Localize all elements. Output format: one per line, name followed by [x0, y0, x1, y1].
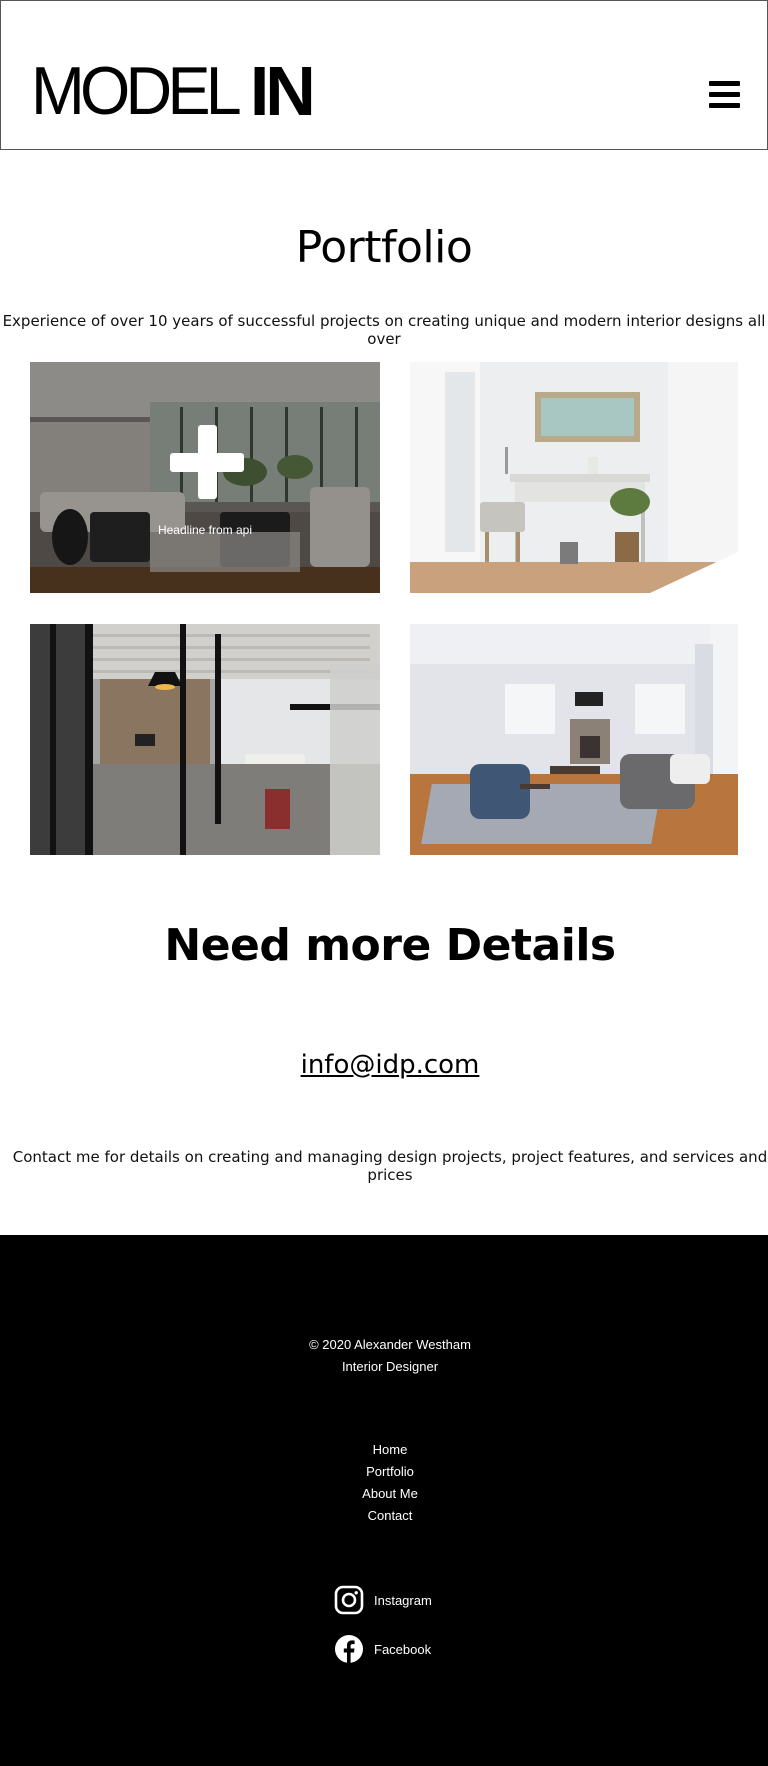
portfolio-tile-living-room-bright[interactable]: [410, 624, 738, 855]
instagram-icon: [334, 1585, 364, 1615]
glass-partition-office-photo: [30, 624, 380, 855]
footer-link-about[interactable]: About Me: [0, 1483, 768, 1505]
email-link[interactable]: info@idp.com: [0, 1050, 768, 1080]
footer-link-portfolio[interactable]: Portfolio: [0, 1461, 768, 1483]
footer-link-contact[interactable]: Contact: [0, 1505, 768, 1527]
footer-link-home[interactable]: Home: [0, 1439, 768, 1461]
plus-icon[interactable]: [170, 425, 244, 499]
site-footer: © 2020 Alexander Westham Interior Design…: [0, 1235, 768, 1766]
portfolio-subtitle: Experience of over 10 years of successfu…: [2, 312, 766, 348]
instagram-link[interactable]: Instagram: [334, 1585, 432, 1615]
bright-living-room-photo: [410, 624, 738, 855]
footer-copyright: © 2020 Alexander Westham Interior Design…: [0, 1334, 768, 1378]
instagram-label: Instagram: [374, 1592, 432, 1608]
site-header: MODEL IN: [0, 0, 768, 150]
logo-text-bold: IN: [249, 52, 316, 130]
portfolio-title: Portfolio: [295, 222, 473, 273]
hamburger-menu-icon[interactable]: [709, 81, 740, 109]
footer-nav: Home Portfolio About Me Contact: [0, 1439, 768, 1527]
site-logo[interactable]: MODEL IN: [31, 52, 316, 130]
facebook-label: Facebook: [374, 1641, 432, 1657]
portfolio-tile-desk[interactable]: [410, 362, 738, 593]
facebook-icon: [335, 1635, 363, 1663]
copyright-text: © 2020 Alexander Westham: [309, 1337, 471, 1352]
contact-text: Contact me for details on creating and m…: [12, 1148, 768, 1184]
portfolio-tile-office[interactable]: [30, 624, 380, 855]
portfolio-tile-living-room[interactable]: Headline from api: [30, 362, 380, 593]
tile-caption: Headline from api: [157, 523, 253, 537]
facebook-link[interactable]: Facebook: [334, 1634, 431, 1664]
logo-text-light: MODEL: [31, 53, 242, 129]
details-title: Need more Details: [164, 920, 616, 971]
role-text: Interior Designer: [341, 1359, 439, 1374]
desk-vignette-photo: [410, 362, 738, 593]
